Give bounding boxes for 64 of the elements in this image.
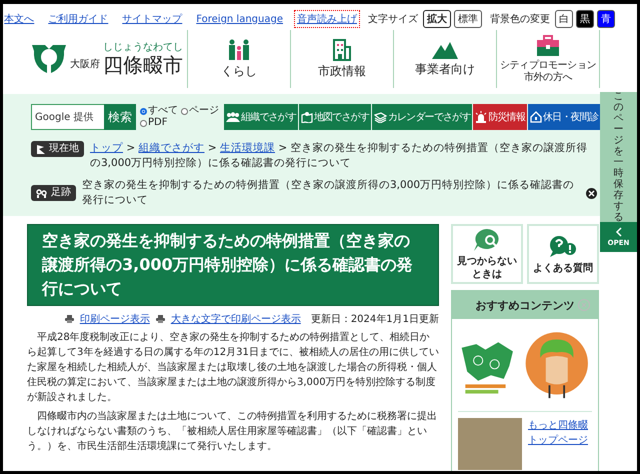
breadcrumb-trail: トップ > 組織でさがす > 生活環境課 > 空き家の発生を抑制するための特例措置（空き家の譲渡所得の3,000万円特別控除）に係る確認書の発行について bbox=[90, 141, 588, 171]
flag-icon bbox=[36, 144, 46, 154]
city-emblem-icon bbox=[31, 43, 67, 75]
help-button[interactable]: 見つからない ときは bbox=[451, 224, 523, 284]
map-icon bbox=[300, 111, 313, 123]
search-button[interactable]: 検索 bbox=[104, 104, 136, 130]
breadcrumb-link[interactable]: トップ bbox=[90, 142, 123, 154]
city-name: 四條畷市 bbox=[103, 52, 183, 76]
body-paragraph: 四條畷市内の当該家屋または土地について、この特例措置を利用するために税務署に提出しなければならない書類のうち、「被相続人居住用家屋等確認書」（以下「確認書」という。）を、市民生活部生活環境課にて発行いたします。 bbox=[27, 410, 438, 454]
save-page-tab[interactable]: このページを一時保存する bbox=[600, 92, 637, 222]
header-link[interactable]: Foreign language bbox=[193, 12, 286, 26]
print-link[interactable]: 印刷ページ表示 bbox=[80, 312, 150, 326]
quick-link-button[interactable]: 防災情報 bbox=[473, 104, 528, 130]
house-icon bbox=[530, 111, 542, 123]
header-link[interactable]: ご利用ガイド bbox=[45, 10, 112, 28]
mountain-icon bbox=[432, 41, 458, 59]
tourism-link[interactable]: もっと四條畷トップページ bbox=[528, 418, 592, 470]
header-link[interactable]: 本文へ bbox=[3, 10, 38, 28]
page-title: 空き家の発生を抑制するための特例措置（空き家の譲渡所得の3,000万円特別控除）に係る確認書の発行について bbox=[27, 224, 439, 306]
help-button[interactable]: よくある質問 bbox=[527, 224, 599, 284]
panel-title: おすすめコンテンツ bbox=[476, 298, 574, 312]
nav-item[interactable]: くらし bbox=[187, 30, 290, 88]
people-icon bbox=[226, 112, 240, 122]
text-size-button[interactable]: 拡大 bbox=[423, 10, 451, 28]
faq-bubble-icon bbox=[548, 234, 578, 260]
nav-item[interactable]: 事業者向け bbox=[393, 30, 496, 88]
nav-item[interactable]: シティプロモーション 市外の方へ bbox=[496, 30, 600, 88]
search-field[interactable]: Google 提供 bbox=[31, 104, 104, 130]
briefcase-icon bbox=[536, 34, 560, 56]
prefecture-name: 大阪府 bbox=[70, 58, 100, 71]
printer-icon bbox=[64, 315, 74, 323]
print-link[interactable]: 大きな文字で印刷ページ表示 bbox=[170, 312, 301, 326]
body-paragraph: 平成28年度税制改正により、空き家の発生を抑制するための特例措置として、相続日から起算して3年を経過する日の属する年の12月31日までに、被相続人の居住の用に供していた家屋を相続した相続人が、当該家屋または取壊し後の土地を譲渡した場合の所得税・個人住民税の算定において、当該家屋または土地の譲渡所得から3,000万円を特別控除する制度が新設されました。 bbox=[27, 330, 439, 405]
breadcrumb-link[interactable]: 生活環境課 bbox=[220, 142, 275, 154]
printer-icon bbox=[156, 315, 165, 323]
chevron-left-icon bbox=[614, 227, 622, 237]
footprint-link[interactable]: 空き家の発生を抑制するための特例措置（空き家の譲渡所得の3,000万円特別控除）に係る確認書の発行について bbox=[82, 178, 580, 208]
current-location-label: 現在地 bbox=[31, 141, 84, 157]
building-icon bbox=[332, 39, 352, 61]
updated-date: 更新日：2024年1月1日更新 bbox=[310, 312, 439, 326]
breadcrumb-link[interactable]: 組織でさがす bbox=[138, 142, 204, 154]
footprint-label: 足跡 bbox=[31, 185, 76, 201]
nav-item[interactable]: 市政情報 bbox=[290, 30, 393, 88]
text-size-label: 文字サイズ bbox=[368, 12, 418, 26]
city-reading: しじょうなわてし bbox=[103, 42, 183, 52]
background-color-label: 背景色の変更 bbox=[490, 12, 550, 26]
alarm-light-icon bbox=[475, 111, 488, 123]
header-link[interactable]: サイトマップ bbox=[119, 10, 186, 28]
background-color-button[interactable]: 青 bbox=[597, 10, 615, 28]
close-icon[interactable] bbox=[586, 188, 597, 198]
background-color-button[interactable]: 黒 bbox=[576, 10, 594, 28]
people-icon bbox=[226, 39, 252, 61]
quick-link-button[interactable]: 組織でさがす bbox=[224, 104, 298, 130]
text-size-button[interactable]: 標準 bbox=[454, 10, 482, 28]
book-icon bbox=[374, 112, 387, 122]
scope-radio[interactable]: ページ bbox=[181, 105, 219, 117]
header-link[interactable]: 音声読み上げ bbox=[294, 10, 360, 28]
quick-link-button[interactable]: カレンダーでさがす bbox=[372, 104, 472, 130]
background-color-button[interactable]: 白 bbox=[555, 10, 573, 28]
footprints-icon bbox=[36, 188, 48, 198]
quick-link-button[interactable]: 地図でさがす bbox=[298, 104, 371, 130]
quick-link-button[interactable]: 休日・夜間診 bbox=[528, 104, 600, 130]
scope-radio[interactable]: すべて bbox=[140, 105, 178, 117]
scope-radio[interactable]: PDF bbox=[140, 117, 168, 129]
